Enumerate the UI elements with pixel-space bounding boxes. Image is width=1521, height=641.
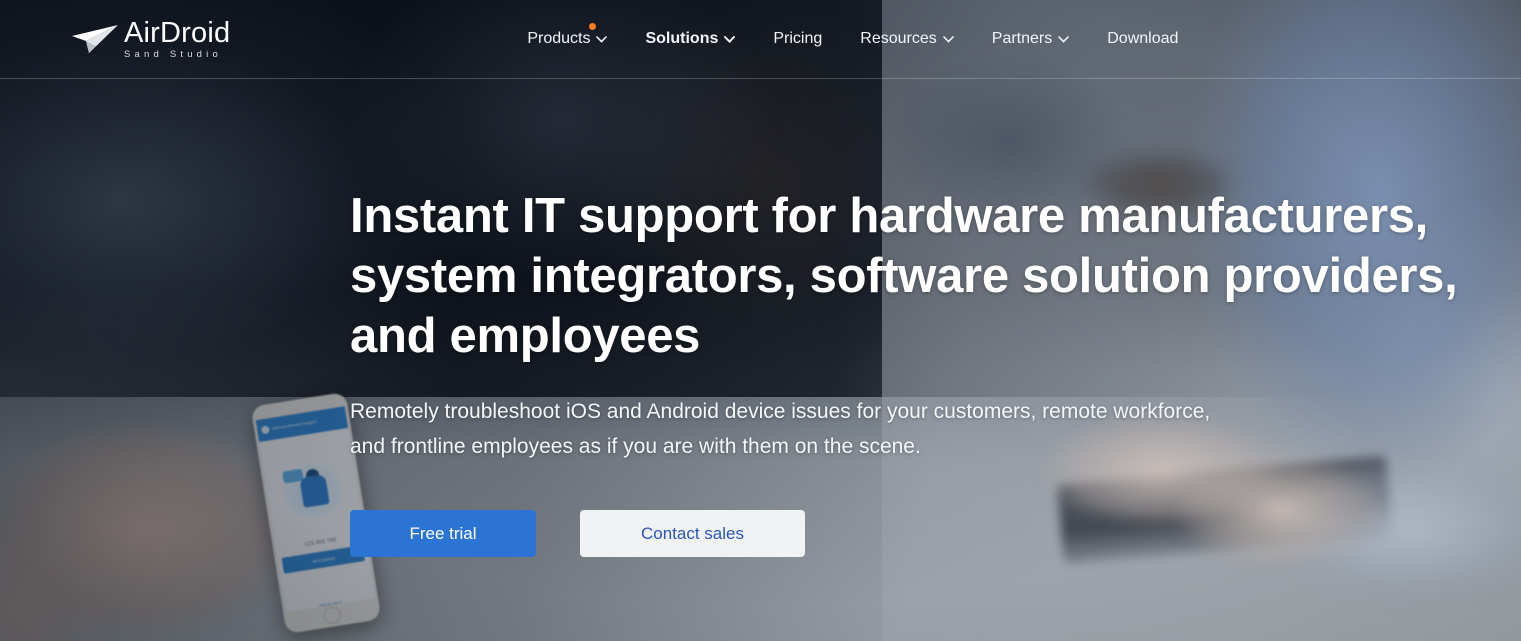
nav-label-partners: Partners — [991, 30, 1053, 47]
nav-label-products: Products — [527, 30, 591, 47]
nav-label-pricing: Pricing — [773, 30, 823, 47]
site-header: AirDroid Sand Studio Products Solutions … — [0, 0, 1521, 79]
hero-headline: Instant IT support for hardware manufact… — [350, 189, 1458, 363]
hero-landing-page: AirDroid Remote Support 123 456 789 All … — [0, 0, 1521, 641]
contact-sales-button[interactable]: Contact sales — [580, 510, 805, 557]
brand-logo[interactable]: AirDroid Sand Studio — [66, 16, 231, 60]
new-badge-dot-icon — [589, 23, 597, 30]
chevron-down-icon — [1058, 35, 1070, 43]
nav-item-products[interactable]: Products — [508, 22, 626, 56]
nav-label-download: Download — [1107, 30, 1179, 47]
nav-item-resources[interactable]: Resources — [841, 22, 972, 56]
nav-item-pricing[interactable]: Pricing — [754, 22, 841, 56]
main-navigation: Products Solutions Pricing Resources Par… — [508, 22, 1197, 56]
hero-cta-group: Free trial Contact sales — [350, 510, 1485, 557]
brand-text-block: AirDroid Sand Studio — [124, 16, 231, 60]
hero-section: Instant IT support for hardware manufact… — [350, 186, 1485, 557]
nav-item-solutions[interactable]: Solutions — [626, 22, 754, 56]
paper-plane-icon — [72, 25, 118, 53]
nav-label-solutions: Solutions — [645, 30, 719, 47]
chevron-down-icon — [724, 35, 736, 43]
brand-name: AirDroid — [124, 16, 231, 49]
nav-label-resources: Resources — [860, 30, 937, 47]
nav-item-download[interactable]: Download — [1088, 22, 1197, 56]
brand-tagline: Sand Studio — [124, 48, 222, 60]
hero-subheadline: Remotely troubleshoot iOS and Android de… — [350, 400, 1211, 458]
chevron-down-icon — [596, 35, 608, 43]
free-trial-button[interactable]: Free trial — [350, 510, 536, 557]
nav-item-partners[interactable]: Partners — [973, 22, 1088, 56]
chevron-down-icon — [942, 35, 954, 43]
